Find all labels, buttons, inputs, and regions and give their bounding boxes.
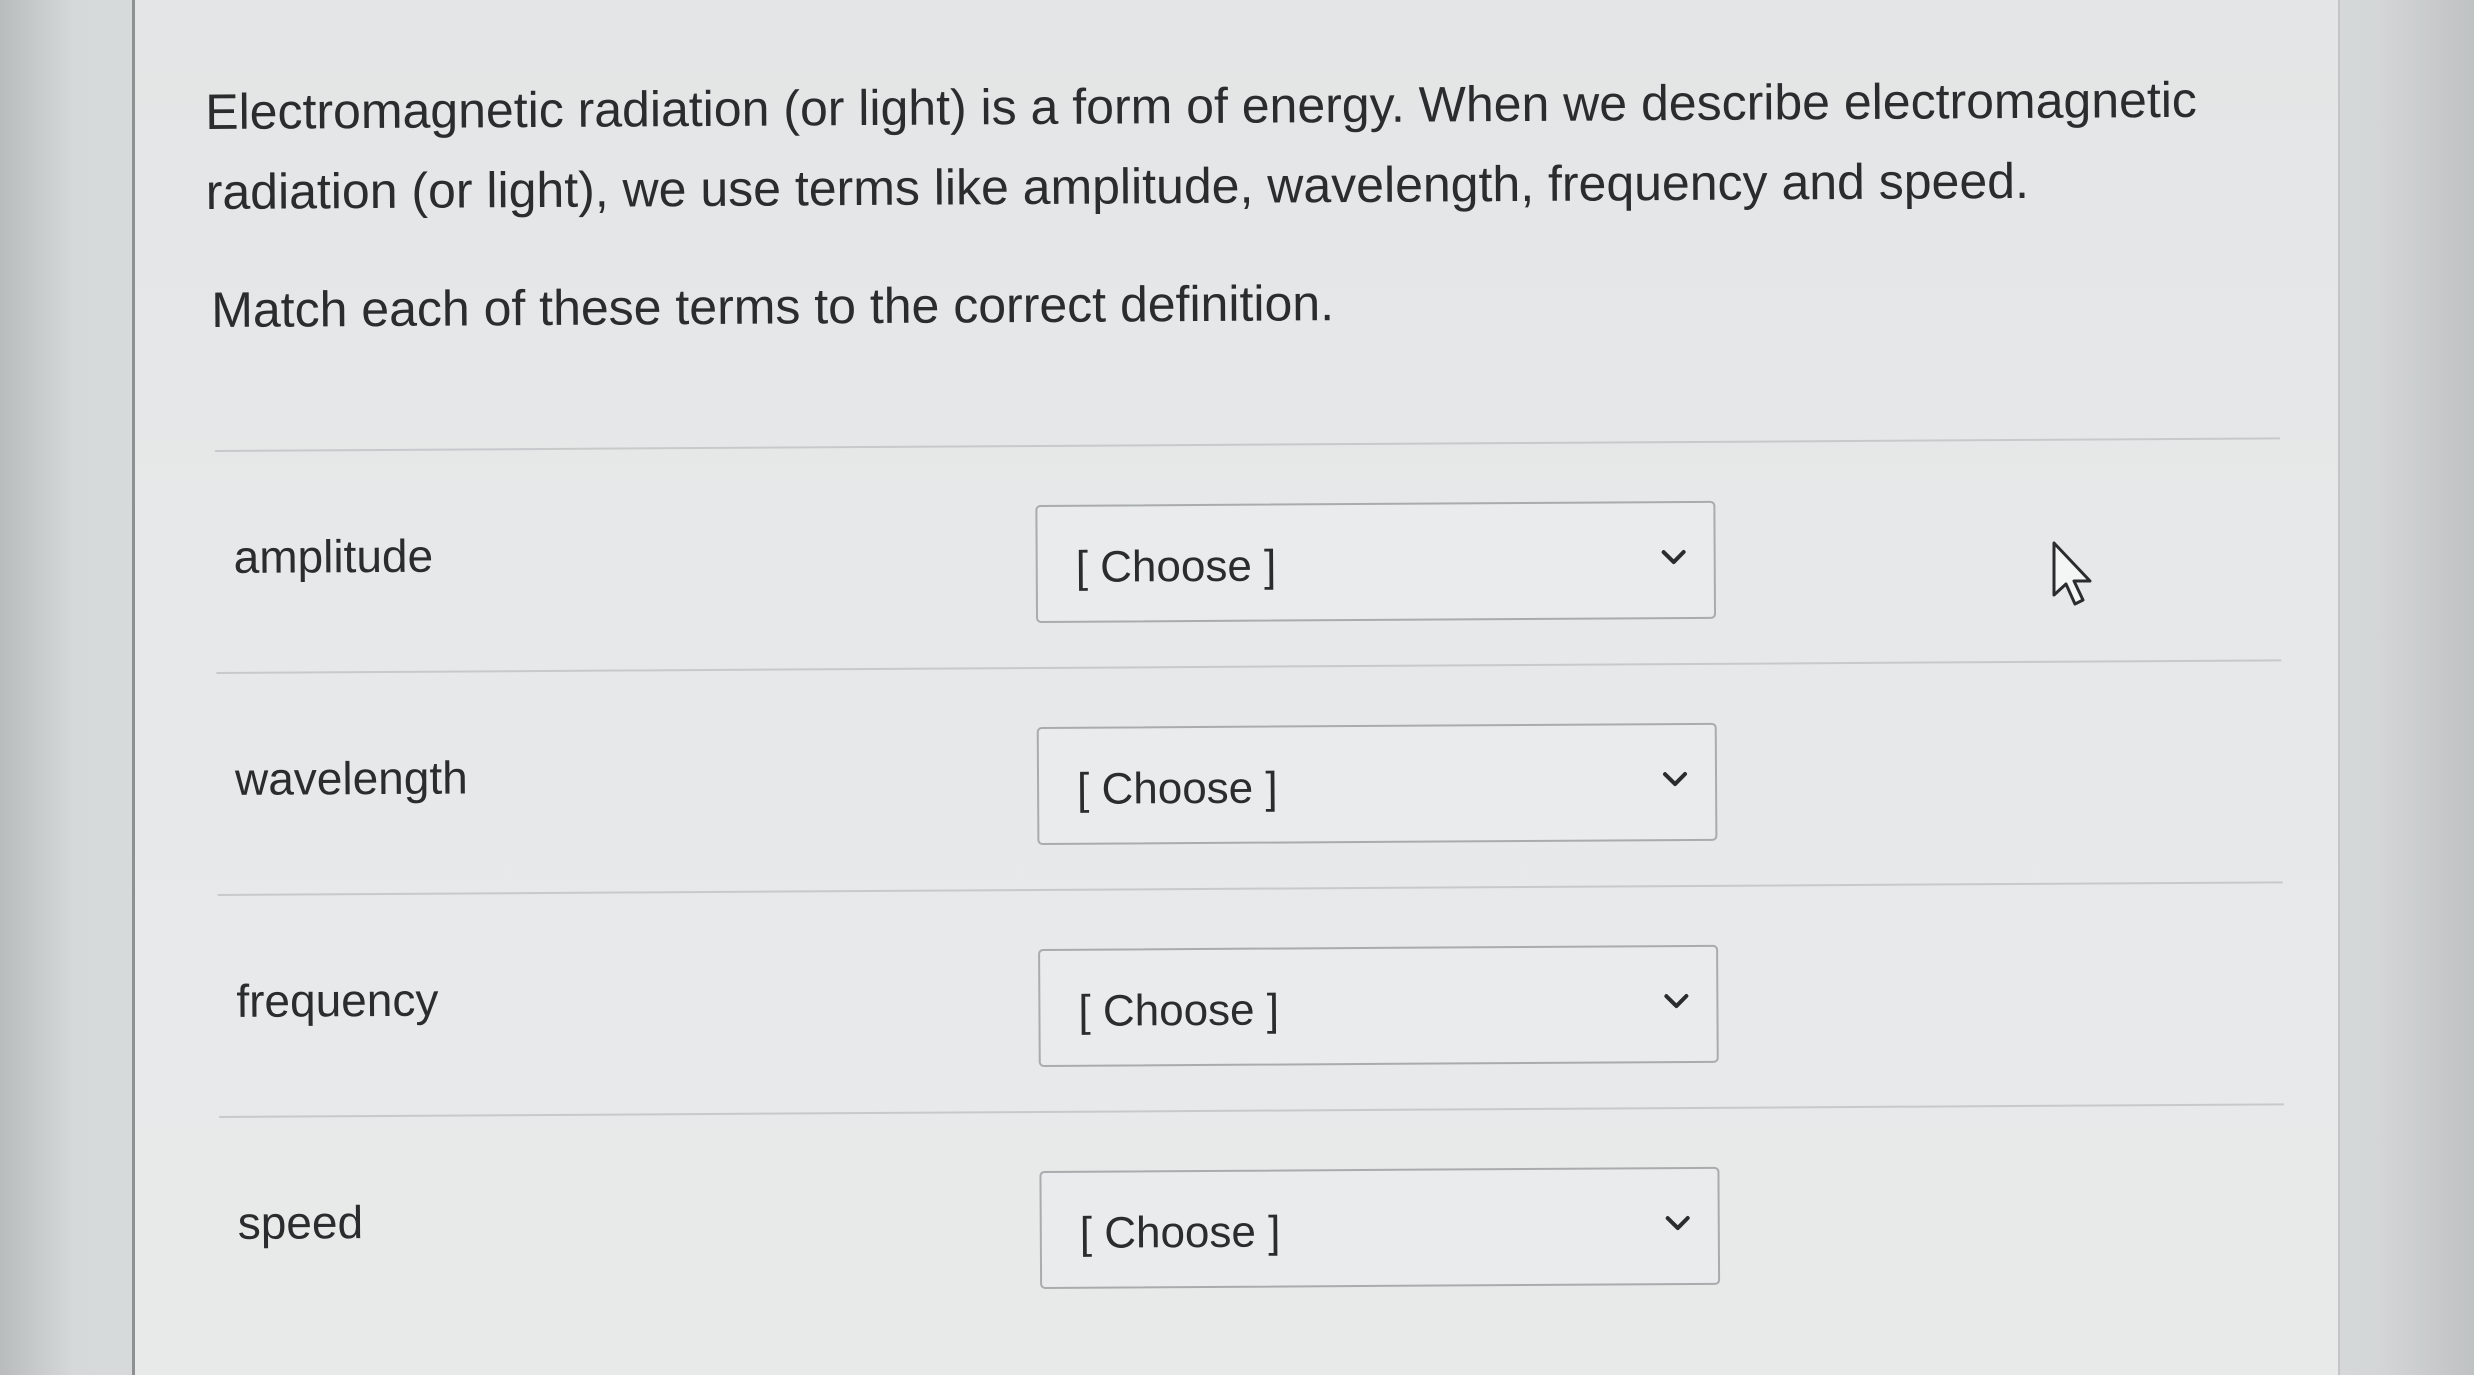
chevron-down-icon [1664, 994, 1689, 1009]
select-value: [ Choose ] [1079, 1207, 1281, 1258]
match-row-wavelength: wavelength [ Choose ] [216, 661, 2282, 894]
chevron-down-icon [1661, 550, 1686, 565]
mouse-cursor-icon [2052, 541, 2092, 606]
definition-select-amplitude[interactable]: [ Choose ] [1035, 500, 1717, 623]
definition-select-wavelength[interactable]: [ Choose ] [1036, 722, 1718, 845]
term-label: speed [237, 1196, 364, 1249]
chevron-down-icon [1665, 1216, 1690, 1231]
term-label: frequency [236, 973, 439, 1027]
definition-select-speed[interactable]: [ Choose ] [1039, 1166, 1721, 1289]
select-value: [ Choose ] [1076, 763, 1278, 814]
matching-table: amplitude [ Choose ] wavelength [ Choose… [215, 437, 2285, 1338]
question-instruction-text: Match each of these terms to the correct… [211, 275, 1335, 338]
page-right-border [2338, 0, 2340, 1375]
match-row-frequency: frequency [ Choose ] [218, 883, 2284, 1116]
term-label: wavelength [234, 751, 468, 805]
select-value: [ Choose ] [1078, 985, 1280, 1036]
match-row-speed: speed [ Choose ] [219, 1105, 2285, 1338]
select-value: [ Choose ] [1075, 541, 1277, 592]
quiz-question-panel: Electromagnetic radiation (or light) is … [135, 0, 2338, 1375]
match-row-amplitude: amplitude [ Choose ] [215, 439, 2281, 672]
chevron-down-icon [1663, 772, 1688, 787]
question-intro-text: Electromagnetic radiation (or light) is … [205, 71, 2198, 220]
definition-select-frequency[interactable]: [ Choose ] [1038, 944, 1719, 1067]
term-label: amplitude [233, 529, 434, 583]
